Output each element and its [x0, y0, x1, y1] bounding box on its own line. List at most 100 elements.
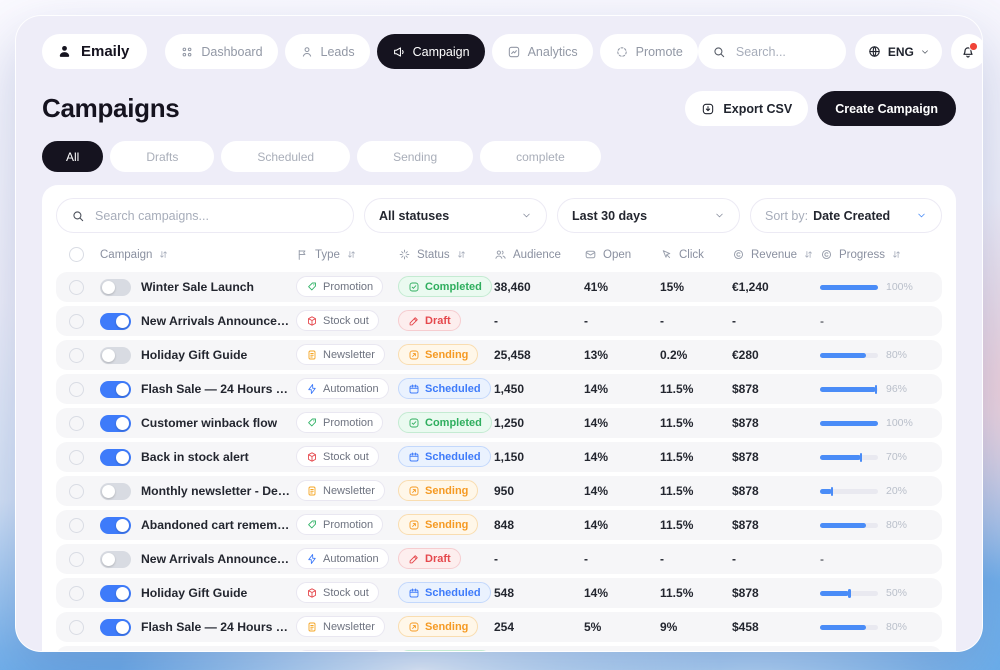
row-checkbox[interactable]: [69, 348, 84, 363]
campaign-search-input[interactable]: [93, 208, 339, 224]
select-all-checkbox[interactable]: [69, 247, 84, 262]
nav-item-leads[interactable]: Leads: [285, 34, 370, 69]
progress-bar: [820, 353, 878, 358]
nav-item-promote[interactable]: Promote: [600, 34, 698, 69]
tab-sending[interactable]: Sending: [357, 141, 473, 172]
page-header: Campaigns Export CSV Create Campaign: [42, 91, 956, 126]
row-checkbox[interactable]: [69, 586, 84, 601]
campaign-toggle[interactable]: [100, 449, 131, 466]
column-header-open: Open: [584, 248, 660, 261]
click-rate-value: 9%: [660, 620, 732, 634]
row-menu-button[interactable]: [916, 620, 934, 634]
row-checkbox[interactable]: [69, 416, 84, 431]
row-checkbox[interactable]: [69, 382, 84, 397]
row-menu-button[interactable]: [916, 518, 934, 532]
row-checkbox[interactable]: [69, 484, 84, 499]
progress-cell: -: [820, 552, 906, 566]
click-rate-value: 11.5%: [660, 518, 732, 532]
type-badge: Stock out: [296, 446, 379, 467]
open-rate-value: 14%: [584, 586, 660, 600]
row-menu-button[interactable]: [922, 416, 940, 430]
progress-label: 80%: [886, 349, 907, 361]
open-rate-value: 14%: [584, 484, 660, 498]
campaign-name: Monthly newsletter - Decem...: [141, 484, 296, 498]
type-badge: Stock out: [296, 582, 379, 603]
audience-value: -: [494, 552, 584, 566]
campaign-toggle[interactable]: [100, 313, 131, 330]
row-menu-button[interactable]: [915, 314, 933, 328]
export-csv-button[interactable]: Export CSV: [685, 91, 808, 126]
progress-cell: 70%: [820, 451, 907, 463]
row-checkbox[interactable]: [69, 552, 84, 567]
column-header-campaign[interactable]: Campaign: [100, 249, 296, 261]
create-campaign-button[interactable]: Create Campaign: [817, 91, 956, 126]
campaign-toggle[interactable]: [100, 279, 131, 296]
audience-value: 25,458: [494, 348, 584, 362]
open-rate-value: 14%: [584, 416, 660, 430]
campaign-toggle[interactable]: [100, 619, 131, 636]
column-header-type[interactable]: Type: [296, 248, 398, 261]
global-search-input[interactable]: [734, 44, 832, 60]
pencil-icon: [408, 315, 420, 327]
tab-scheduled[interactable]: Scheduled: [221, 141, 350, 172]
open-rate-value: 13%: [584, 348, 660, 362]
campaign-toggle[interactable]: [100, 517, 131, 534]
campaign-toggle[interactable]: [100, 381, 131, 398]
row-checkbox[interactable]: [69, 620, 84, 635]
progress-bar: [820, 387, 878, 392]
global-search[interactable]: [698, 34, 846, 69]
campaign-toggle[interactable]: [100, 347, 131, 364]
nav-item-dashboard[interactable]: Dashboard: [165, 34, 277, 69]
progress-label: 80%: [886, 621, 907, 633]
row-menu-button[interactable]: [915, 552, 933, 566]
column-header-revenue[interactable]: Revenue: [732, 248, 820, 261]
column-header-status[interactable]: Status: [398, 248, 494, 261]
progress-bar: [820, 523, 878, 528]
campaign-toggle[interactable]: [100, 415, 131, 432]
row-menu-button[interactable]: [916, 586, 934, 600]
column-header-progress[interactable]: Progress: [820, 248, 906, 261]
row-menu-button[interactable]: [916, 450, 934, 464]
campaign-toggle[interactable]: [100, 483, 131, 500]
box-icon: [306, 451, 318, 463]
notifications-button[interactable]: [951, 34, 983, 69]
row-menu-button[interactable]: [922, 280, 940, 294]
row-menu-button[interactable]: [916, 348, 934, 362]
tab-complete[interactable]: complete: [480, 141, 601, 172]
tab-drafts[interactable]: Drafts: [110, 141, 214, 172]
brand-logo[interactable]: Emaily: [42, 34, 147, 69]
chart-icon: [507, 45, 521, 59]
progress-bar: [820, 489, 878, 494]
status-filter-value: All statuses: [379, 209, 449, 223]
row-checkbox[interactable]: [69, 280, 84, 295]
campaign-toggle[interactable]: [100, 585, 131, 602]
audience-value: 254: [494, 620, 584, 634]
campaign-search[interactable]: [56, 198, 354, 233]
nav-item-analytics[interactable]: Analytics: [492, 34, 593, 69]
row-checkbox[interactable]: [69, 518, 84, 533]
status-badge: Scheduled: [398, 582, 491, 603]
sort-select[interactable]: Sort by:Date Created: [750, 198, 942, 233]
tab-all[interactable]: All: [42, 141, 103, 172]
column-header-click: Click: [660, 248, 732, 261]
table-header: CampaignTypeStatusAudienceOpenClickReven…: [56, 247, 942, 272]
status-badge: Completed: [398, 412, 492, 433]
row-menu-button[interactable]: [916, 382, 934, 396]
language-selector[interactable]: ENG: [855, 34, 942, 69]
column-label: Type: [315, 249, 340, 261]
progress-cell: 80%: [820, 621, 907, 633]
campaign-toggle[interactable]: [100, 551, 131, 568]
date-filter-select[interactable]: Last 30 days: [557, 198, 740, 233]
campaign-name: Holiday Gift Guide: [141, 348, 247, 362]
revenue-value: $878: [732, 416, 820, 430]
row-checkbox[interactable]: [69, 314, 84, 329]
flag-icon: [296, 248, 309, 261]
row-menu-button[interactable]: [916, 484, 934, 498]
chevron-down-icon: [521, 210, 532, 221]
column-label: Open: [603, 249, 631, 261]
row-checkbox[interactable]: [69, 450, 84, 465]
column-label: Progress: [839, 249, 885, 261]
nav-item-campaign[interactable]: Campaign: [377, 34, 485, 69]
status-filter-select[interactable]: All statuses: [364, 198, 547, 233]
progress-label: 96%: [886, 383, 907, 395]
